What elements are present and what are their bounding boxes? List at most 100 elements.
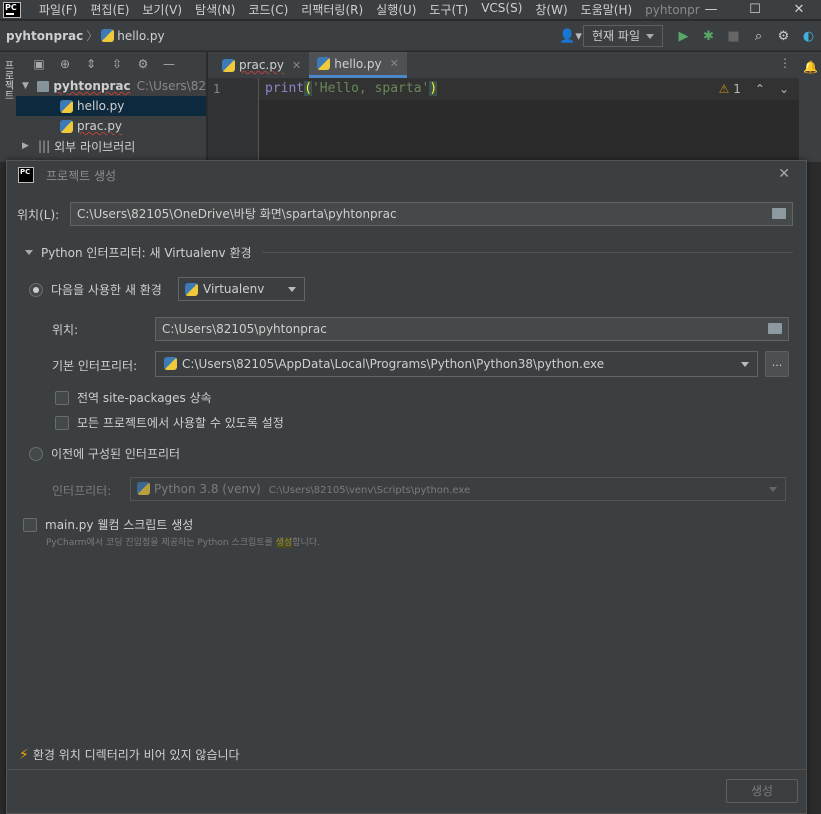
hint-highlight: 생성 <box>275 538 293 548</box>
pycharm-logo-icon: PC <box>3 1 21 18</box>
settings-gear-icon[interactable]: ⚙ <box>771 21 796 51</box>
close-tab-icon[interactable]: ✕ <box>292 59 301 72</box>
dialog-title: 프로젝트 생성 <box>46 168 117 183</box>
locate-file-icon[interactable]: ⊕ <box>52 57 78 71</box>
hide-panel-icon[interactable]: — <box>156 57 182 71</box>
previous-highlight-icon[interactable]: ⌃ <box>755 82 765 96</box>
interpreter-section-header[interactable]: Python 인터프리터: 새 Virtualenv 환경 <box>25 244 793 261</box>
main-py-row[interactable]: main.py 웰컴 스크립트 생성 <box>23 516 193 533</box>
window-controls: — ☐ ✕ <box>689 0 821 19</box>
debug-icon[interactable]: ✱ <box>696 21 721 51</box>
stop-icon[interactable]: ■ <box>721 21 746 51</box>
tab-prac-py[interactable]: prac.py ✕ <box>214 52 309 78</box>
project-root-name: pyhtonprac <box>53 79 131 93</box>
new-env-radio[interactable] <box>29 282 43 297</box>
close-window-button[interactable]: ✕ <box>777 0 821 19</box>
left-tool-strip: 프로젝트 <box>0 52 16 162</box>
maximize-button[interactable]: ☐ <box>733 0 777 19</box>
location-input[interactable]: C:\Users\82105\OneDrive\바탕 화면\sparta\pyh… <box>70 202 793 226</box>
dialog-close-icon[interactable]: ✕ <box>778 166 790 182</box>
interpreter-label: 인터프리터: <box>52 484 112 498</box>
search-icon[interactable]: ⌕ <box>746 21 771 51</box>
hint-text: PyCharm에서 코딩 진입점을 제공하는 Python 스크립트를 <box>46 538 276 548</box>
interpreter-row: 인터프리터: <box>52 482 111 499</box>
menu-item[interactable]: 창(W) <box>535 1 567 18</box>
menu-item[interactable]: 파일(F) <box>39 1 77 18</box>
menu-item[interactable]: 실행(U) <box>376 1 416 18</box>
venv-location-value: C:\Users\82105\pyhtonprac <box>162 322 327 336</box>
menu-items: 파일(F) 편집(E) 보기(V) 탐색(N) 코드(C) 리팩터링(R) 실행(U) 도구(… <box>39 1 645 18</box>
lightning-warning-icon: ⚡ <box>19 746 29 763</box>
python-file-icon <box>317 57 331 70</box>
project-view-icon[interactable]: ▣ <box>26 57 52 71</box>
external-libraries-label: 외부 라이브러리 <box>54 139 136 154</box>
main-py-checkbox[interactable] <box>23 517 37 532</box>
tree-item-external-libraries[interactable]: ▶ ||| 외부 라이브러리 <box>16 136 206 156</box>
tree-item-project-root[interactable]: ▼ pyhtonprac C:\Users\82 <box>16 76 206 96</box>
create-project-dialog: PC 프로젝트 생성 ✕ 위치(L): C:\Users\82105\OneDr… <box>6 160 807 814</box>
base-interpreter-row: 기본 인터프리터: <box>52 357 137 374</box>
code-paren-open: ( <box>304 81 312 96</box>
base-interpreter-select[interactable]: C:\Users\82105\AppData\Local\Programs\Py… <box>155 351 758 377</box>
panel-settings-gear-icon[interactable]: ⚙ <box>130 57 156 71</box>
menu-item[interactable]: 도구(T) <box>429 1 468 18</box>
all-projects-row[interactable]: 모든 프로젝트에서 사용할 수 있도록 설정 <box>55 414 284 431</box>
menu-item[interactable]: 코드(C) <box>248 1 288 18</box>
python-icon <box>185 282 198 296</box>
code-editor[interactable]: 1 print('Hello, sparta') ⚠ 1 ⌃ ⌄ <box>208 78 799 162</box>
project-tool-window-tab[interactable]: 프로젝트 <box>1 60 15 100</box>
browse-folder-icon[interactable] <box>768 323 782 334</box>
run-config-select[interactable]: 현재 파일 <box>583 25 663 47</box>
user-icon[interactable]: 👤▾ <box>558 21 583 51</box>
plugin-logo-icon[interactable]: ◐ <box>796 21 821 51</box>
breadcrumb-project[interactable]: pyhtonprac <box>6 29 83 43</box>
menu-item[interactable]: VCS(S) <box>481 1 522 18</box>
create-button[interactable]: 생성 <box>726 779 798 803</box>
python-file-icon <box>101 29 115 42</box>
menu-item[interactable]: 보기(V) <box>142 1 182 18</box>
section-collapse-arrow-icon[interactable] <box>25 250 33 259</box>
tree-expand-arrow-icon[interactable]: ▼ <box>22 81 31 91</box>
env-type-select[interactable]: Virtualenv <box>178 277 305 301</box>
all-projects-checkbox[interactable] <box>55 415 69 430</box>
interpreter-select[interactable]: Python 3.8 (venv) C:\Users\82105\venv\Sc… <box>130 477 786 501</box>
editor-more-options-icon[interactable]: ⋮ <box>779 56 791 70</box>
close-tab-icon[interactable]: ✕ <box>390 57 399 70</box>
browse-interpreter-button[interactable]: ... <box>765 351 789 377</box>
existing-interpreter-label: 이전에 구성된 인터프리터 <box>51 447 181 461</box>
menu-item[interactable]: 탐색(N) <box>195 1 235 18</box>
navigation-bar: pyhtonprac 〉 hello.py 👤▾ 현재 파일 ▶ ✱ ■ ⌕ ⚙… <box>0 21 821 51</box>
breadcrumb-file[interactable]: hello.py <box>117 29 164 43</box>
code-line-1[interactable]: print('Hello, sparta') <box>265 81 438 96</box>
new-env-radio-row[interactable]: 다음을 사용한 새 환경 <box>29 281 162 298</box>
section-divider <box>261 252 793 253</box>
run-icon[interactable]: ▶ <box>671 21 696 51</box>
tree-item-hello-py[interactable]: hello.py <box>16 96 206 116</box>
tree-collapse-arrow-icon[interactable]: ▶ <box>22 141 32 151</box>
code-paren-close: ) <box>429 81 438 96</box>
inherit-packages-checkbox[interactable] <box>55 390 69 405</box>
inherit-packages-row[interactable]: 전역 site-packages 상속 <box>55 389 212 406</box>
file-name: hello.py <box>77 99 125 113</box>
venv-location-input[interactable]: C:\Users\82105\pyhtonprac <box>155 317 789 341</box>
browse-folder-icon[interactable] <box>772 208 786 219</box>
menu-item[interactable]: 도움말(H) <box>581 1 633 18</box>
menu-item[interactable]: 리팩터링(R) <box>301 1 363 18</box>
existing-interpreter-radio-row[interactable]: 이전에 구성된 인터프리터 <box>29 445 180 462</box>
warnings-indicator[interactable]: ⚠ 1 <box>719 82 741 96</box>
minimize-button[interactable]: — <box>689 0 733 19</box>
next-highlight-icon[interactable]: ⌄ <box>779 82 789 96</box>
location-row: 위치(L): <box>17 206 59 223</box>
location-warning: ⚡ 환경 위치 디렉터리가 비어 있지 않습니다 <box>19 746 240 763</box>
expand-all-icon[interactable]: ⇕ <box>78 57 104 71</box>
existing-interpreter-radio[interactable] <box>29 446 43 461</box>
venv-location-row: 위치: <box>52 321 78 338</box>
interpreter-value: Python 3.8 (venv) <box>154 482 261 496</box>
tree-item-prac-py[interactable]: prac.py <box>16 116 206 136</box>
folder-icon <box>36 80 50 92</box>
warning-icon: ⚠ <box>718 82 730 96</box>
tab-hello-py[interactable]: hello.py ✕ <box>309 52 407 78</box>
collapse-all-icon[interactable]: ⇳ <box>104 57 130 71</box>
menu-item[interactable]: 편집(E) <box>90 1 129 18</box>
notifications-bell-icon[interactable]: 🔔 <box>803 60 818 74</box>
